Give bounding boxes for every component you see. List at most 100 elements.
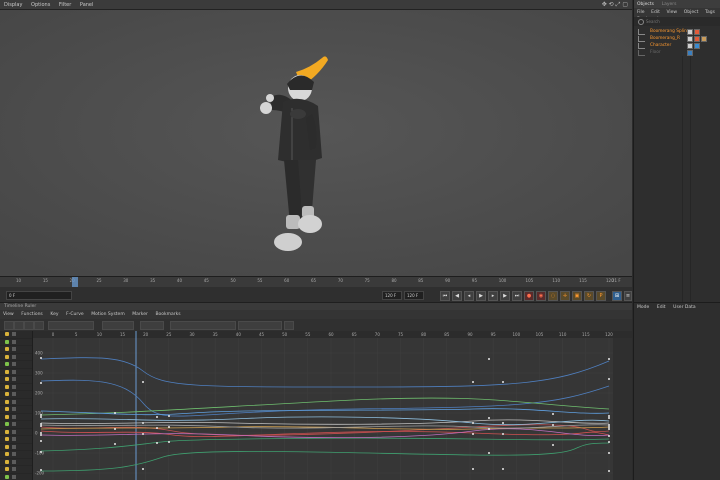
next-key-icon[interactable]: ▶ xyxy=(500,291,510,301)
goto-end-icon[interactable]: ⏭ xyxy=(512,291,522,301)
track-row[interactable] xyxy=(0,376,32,384)
track-toggle-icon[interactable] xyxy=(12,459,16,464)
menu-panel[interactable]: Panel xyxy=(76,0,97,8)
auto-key-icon[interactable]: ◉ xyxy=(536,291,546,301)
tab-objects[interactable]: Objects xyxy=(634,0,657,7)
tool-group-3[interactable] xyxy=(140,321,164,330)
obj-menu-edit[interactable]: Edit xyxy=(648,8,662,15)
track-row[interactable] xyxy=(0,399,32,406)
end-frame-field[interactable]: 120 F xyxy=(404,291,424,300)
track-list[interactable] xyxy=(0,331,33,480)
tool-group-4[interactable] xyxy=(170,321,236,330)
tool-settings-icon[interactable] xyxy=(284,321,294,330)
tab-layers[interactable]: Layers xyxy=(659,0,680,7)
track-row[interactable] xyxy=(0,369,32,376)
track-toggle-icon[interactable] xyxy=(12,354,16,359)
play-icon[interactable]: ▶ xyxy=(476,291,486,301)
track-row[interactable] xyxy=(0,414,32,421)
goto-start-icon[interactable]: ⏮ xyxy=(440,291,450,301)
track-row[interactable] xyxy=(0,466,32,474)
object-name[interactable]: Character xyxy=(650,43,671,48)
track-toggle-icon[interactable] xyxy=(12,399,16,404)
object-name[interactable]: Boomerang Spline xyxy=(650,29,689,34)
tl-menu-functions[interactable]: Functions xyxy=(18,310,46,317)
timeline-ruler[interactable]: 1015202530354045505560657075808590951001… xyxy=(0,277,632,287)
track-toggle-icon[interactable] xyxy=(12,429,16,434)
track-toggle-icon[interactable] xyxy=(12,407,16,411)
timeline-menu-icon[interactable]: ≡ xyxy=(624,291,632,301)
viewport-nav-icons[interactable]: ✥ ⟲ ⤢ ▢ xyxy=(602,1,628,9)
track-row[interactable] xyxy=(0,436,32,444)
tl-menu-motion-system[interactable]: Motion System xyxy=(88,310,127,317)
timeline-layout-icon[interactable]: ⊞ xyxy=(612,291,622,301)
prev-frame-icon[interactable]: ◂ xyxy=(464,291,474,301)
position-key-icon[interactable]: ✛ xyxy=(560,291,570,301)
object-row[interactable]: Boomerang_R xyxy=(634,35,720,42)
obj-menu-file[interactable]: File xyxy=(634,8,647,15)
attr-menu-user-data[interactable]: User Data xyxy=(670,303,698,310)
tl-menu-key[interactable]: Key xyxy=(47,310,61,317)
tool-key-icon[interactable] xyxy=(4,321,14,330)
track-row[interactable] xyxy=(0,406,32,414)
start-frame-field[interactable]: 0 F xyxy=(6,291,72,300)
track-row[interactable] xyxy=(0,384,32,391)
rotation-key-icon[interactable]: ↻ xyxy=(584,291,594,301)
current-frame-field[interactable]: 120 F xyxy=(382,291,402,300)
tl-menu-marker[interactable]: Marker xyxy=(129,310,151,317)
tl-menu-bookmarks[interactable]: Bookmarks xyxy=(152,310,183,317)
tool-curve-icon[interactable] xyxy=(14,321,24,330)
tool-dope-icon[interactable] xyxy=(24,321,34,330)
track-row[interactable] xyxy=(0,339,32,346)
fcurve-graph[interactable]: 0 5 10 15 20 25 30 35 40 45 50 55 60 65 70 75 80 85 90 95 10… xyxy=(33,331,632,480)
menu-options[interactable]: Options xyxy=(27,0,53,8)
object-search[interactable]: Search xyxy=(634,17,720,26)
track-toggle-icon[interactable] xyxy=(12,467,16,471)
tool-filter-icon[interactable] xyxy=(34,321,44,330)
object-row[interactable]: Character xyxy=(634,42,720,49)
tl-menu-fcurve[interactable]: F-Curve xyxy=(63,310,87,317)
playhead[interactable] xyxy=(72,277,78,287)
track-toggle-icon[interactable] xyxy=(12,444,16,449)
track-toggle-icon[interactable] xyxy=(12,452,16,456)
fcurve-canvas[interactable]: 0 5 10 15 20 25 30 35 40 45 50 55 60 65 70 75 80 85 90 95 10… xyxy=(33,331,632,480)
object-row[interactable]: Boomerang Spline xyxy=(634,28,720,35)
track-row[interactable] xyxy=(0,474,32,480)
track-toggle-icon[interactable] xyxy=(12,437,16,441)
obj-menu-tags[interactable]: Tags xyxy=(702,8,717,15)
objects-empty-area[interactable] xyxy=(634,56,720,302)
track-toggle-icon[interactable] xyxy=(12,377,16,381)
track-row[interactable] xyxy=(0,421,32,429)
next-frame-icon[interactable]: ▸ xyxy=(488,291,498,301)
track-row[interactable] xyxy=(0,451,32,459)
3d-viewport[interactable] xyxy=(0,10,632,276)
obj-menu-view[interactable]: View xyxy=(663,8,679,15)
track-toggle-icon[interactable] xyxy=(12,332,16,336)
track-toggle-icon[interactable] xyxy=(12,347,16,351)
object-name[interactable]: Floor xyxy=(650,50,661,55)
track-row[interactable] xyxy=(0,346,32,354)
track-row[interactable] xyxy=(0,444,32,451)
track-toggle-icon[interactable] xyxy=(12,414,16,419)
search-input[interactable]: Search xyxy=(646,19,660,24)
track-toggle-icon[interactable] xyxy=(12,384,16,389)
track-row[interactable] xyxy=(0,429,32,436)
track-toggle-icon[interactable] xyxy=(12,362,16,366)
record-icon[interactable]: ● xyxy=(524,291,534,301)
track-toggle-icon[interactable] xyxy=(12,369,16,374)
track-toggle-icon[interactable] xyxy=(12,392,16,396)
tool-group-1[interactable] xyxy=(48,321,94,330)
tool-group-2[interactable] xyxy=(102,321,134,330)
param-key-icon[interactable]: P xyxy=(596,291,606,301)
track-row[interactable] xyxy=(0,361,32,369)
track-toggle-icon[interactable] xyxy=(12,339,16,344)
scale-key-icon[interactable]: ▣ xyxy=(572,291,582,301)
track-toggle-icon[interactable] xyxy=(12,422,16,426)
tool-group-5[interactable] xyxy=(238,321,282,330)
keyframe-selection-icon[interactable]: ◌ xyxy=(548,291,558,301)
object-name[interactable]: Boomerang_R xyxy=(650,36,680,41)
track-row[interactable] xyxy=(0,391,32,399)
object-row[interactable]: Floor xyxy=(634,49,720,56)
menu-filter[interactable]: Filter xyxy=(55,0,74,8)
prev-key-icon[interactable]: ◀ xyxy=(452,291,462,301)
attr-menu-mode[interactable]: Mode xyxy=(634,303,652,310)
